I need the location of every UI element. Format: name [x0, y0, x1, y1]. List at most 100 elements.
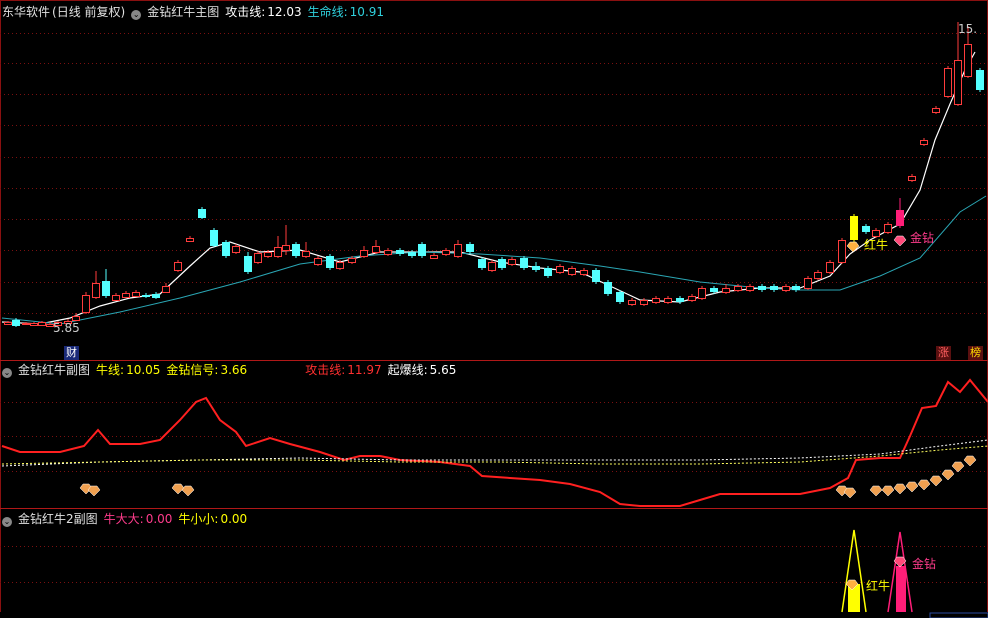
candle-body: [676, 298, 684, 302]
candle-body: [580, 270, 588, 275]
candle-body: [544, 268, 552, 276]
sub1-signal-diamond-icon: [843, 487, 857, 499]
sub1-dropdown-icon[interactable]: ⌄: [2, 368, 12, 378]
sub1-attack-value: 11.97: [347, 363, 382, 377]
attack-line-label: 攻击线:: [225, 5, 266, 19]
candle-body: [908, 176, 916, 181]
sub2-panel-header: ⌄ 金钻红牛2副图 牛大大: 0.00 牛小小: 0.00: [2, 510, 253, 528]
candle-body: [628, 300, 636, 305]
candle-body: [122, 293, 130, 298]
candle-body: [152, 294, 160, 298]
candle-body: [896, 210, 904, 226]
rise-tag[interactable]: 涨: [936, 346, 951, 360]
bull-line-label: 牛线:: [96, 363, 125, 377]
candle-body: [884, 224, 892, 233]
sub1-signal-diamond-icon: [941, 469, 955, 481]
candle-body: [348, 258, 356, 263]
bull-line-value: 10.05: [126, 363, 161, 377]
sub1-signal-diamond-icon: [869, 485, 883, 497]
candle-body: [102, 281, 110, 296]
high-price-marker: 15.: [958, 22, 978, 36]
candle-body: [72, 316, 80, 321]
candle-body: [792, 286, 800, 290]
jinzuan-signal-label: 金钻: [910, 231, 935, 245]
candle-body: [254, 253, 262, 263]
candle-body: [336, 262, 344, 269]
candle-body: [964, 44, 972, 77]
finance-tag[interactable]: 财: [64, 346, 79, 360]
candle-body: [758, 286, 766, 290]
candle-body: [616, 292, 624, 302]
candle-body: [746, 286, 754, 291]
candle-body: [862, 226, 870, 232]
candle-body: [478, 259, 486, 268]
sub1-signal-diamond-icon: [917, 479, 931, 491]
sub2-hongniu-label: 红牛: [866, 579, 891, 593]
sub1-signal-diamond-icon: [929, 475, 943, 487]
burst-line-label: 起爆线:: [387, 363, 428, 377]
burst-line-value: 5.65: [429, 363, 457, 377]
candle-body: [532, 266, 540, 270]
sub1-panel-header: ⌄ 金钻红牛副图 牛线: 10.05 金钻信号: 3.66 攻击线: 11.97 起爆线: 5.6…: [2, 361, 462, 379]
candle-body: [488, 262, 496, 271]
sub1-bull-line: [1, 445, 988, 465]
date-strip: [0, 612, 988, 618]
candle-body: [186, 238, 194, 242]
indicator-dropdown-icon[interactable]: ⌄: [131, 10, 142, 20]
sub2-jinzuan-diamond-icon: [893, 556, 907, 568]
sub2-indicator-name[interactable]: 金钻红牛2副图: [18, 512, 98, 526]
candle-body: [22, 323, 30, 325]
candle-body: [30, 323, 38, 326]
candle-body: [556, 266, 564, 273]
sub1-signal-diamond-icon: [171, 483, 185, 495]
candle-body: [162, 286, 170, 293]
candle-body: [520, 258, 528, 268]
big-bull-label: 牛大大:: [103, 512, 144, 526]
rank-tag[interactable]: 榜: [968, 346, 983, 360]
sub1-signal-diamond-icon: [893, 483, 907, 495]
candle-body: [944, 68, 952, 97]
candle-body: [604, 282, 612, 294]
candle-body: [508, 259, 516, 265]
sub2-jinzuan-label: 金钻: [912, 557, 937, 571]
sub2-dropdown-icon[interactable]: ⌄: [2, 517, 12, 527]
candle-body: [498, 259, 506, 268]
candle-body: [38, 322, 46, 326]
candle-body: [174, 262, 182, 271]
candle-body: [814, 272, 822, 279]
attack-line-value: 12.03: [267, 5, 302, 19]
candle-body: [568, 268, 576, 275]
main-indicator-name[interactable]: 金钻红牛主图: [147, 5, 219, 19]
candle-body: [210, 230, 218, 246]
candle-body: [688, 296, 696, 301]
life-line-value: 10.91: [349, 5, 385, 19]
candle-body: [132, 292, 140, 297]
candle-body: [82, 295, 90, 313]
candle-body: [826, 262, 834, 273]
small-bull-value: 0.00: [220, 512, 248, 526]
sub1-signal-diamond-icon: [87, 485, 101, 497]
sub1-signal-diamond-icon: [905, 481, 919, 493]
candle-body: [326, 256, 334, 268]
sub1-signal-diamond-icon: [881, 485, 895, 497]
candle-body: [722, 288, 730, 293]
candle-body: [920, 140, 928, 145]
candle-body: [282, 245, 290, 251]
sub1-signal-diamond-icon: [181, 485, 195, 497]
candle-body: [954, 60, 962, 105]
candle-body: [4, 322, 12, 325]
candle-body: [652, 298, 660, 303]
sub1-attack-label: 攻击线:: [305, 363, 346, 377]
candle-body: [112, 295, 120, 301]
candle-body: [710, 288, 718, 292]
sub1-indicator-name[interactable]: 金钻红牛副图: [18, 363, 90, 377]
jinzuan-signal-value: 3.66: [220, 363, 248, 377]
candle-body: [292, 244, 300, 256]
jinzuan-signal-label: 金钻信号:: [166, 363, 219, 377]
candle-body: [770, 286, 778, 290]
small-bull-label: 牛小小:: [178, 512, 219, 526]
candle-body: [664, 298, 672, 303]
candle-body: [838, 240, 846, 263]
candle-body: [222, 242, 230, 256]
candle-body: [360, 250, 368, 257]
